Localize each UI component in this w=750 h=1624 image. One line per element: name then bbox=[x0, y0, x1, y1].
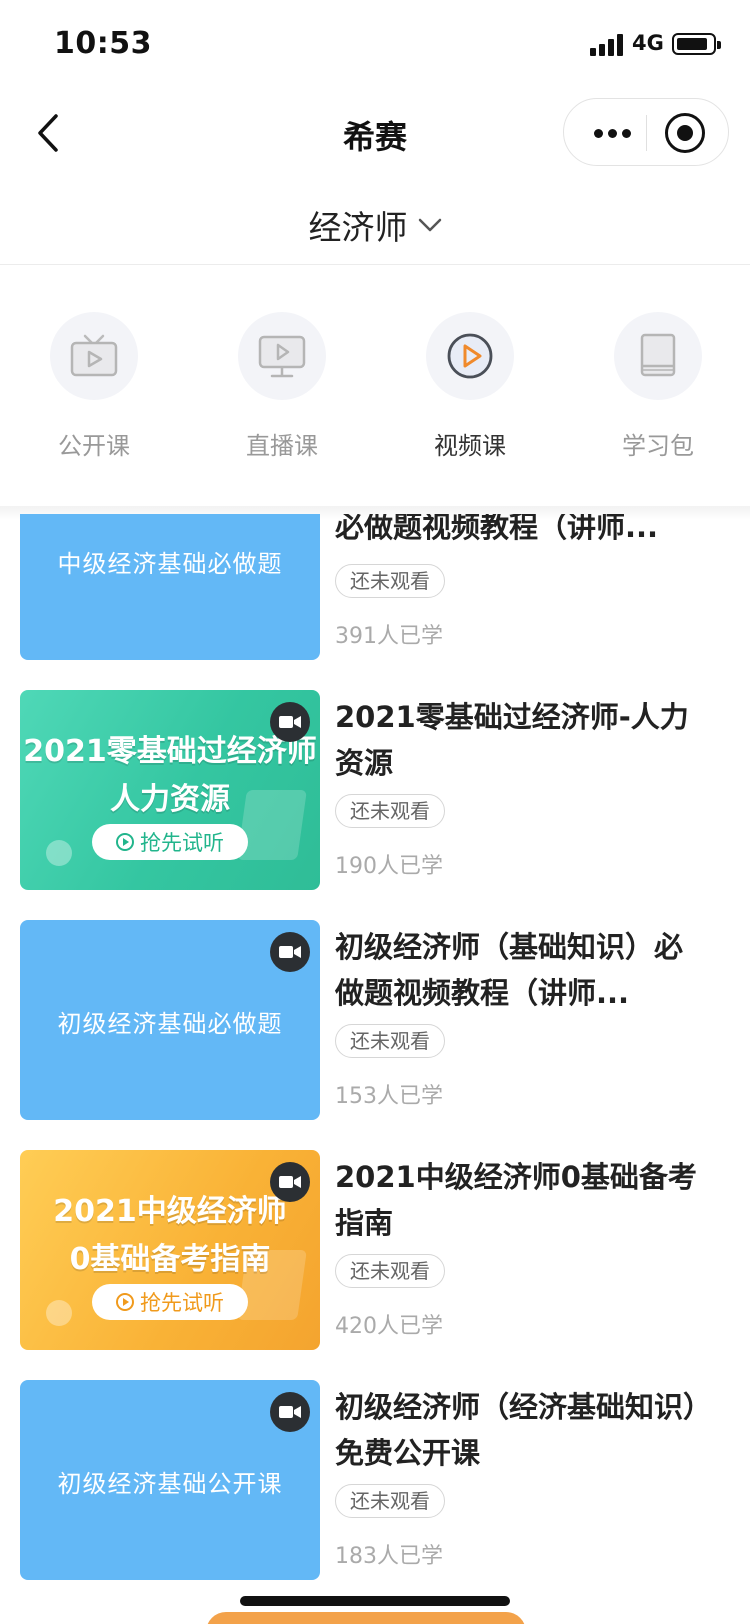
play-circle-icon bbox=[447, 333, 493, 379]
status-bar: 10:53 4G bbox=[0, 0, 750, 90]
tab-video-class[interactable]: 视频课 bbox=[376, 300, 564, 470]
video-camera-icon bbox=[270, 1392, 310, 1432]
home-indicator bbox=[240, 1596, 510, 1606]
watch-status-badge: 还未观看 bbox=[335, 1484, 445, 1518]
tv-icon bbox=[70, 334, 118, 377]
tab-label: 视频课 bbox=[434, 432, 506, 460]
learner-count: 183人已学 bbox=[335, 1544, 443, 1569]
thumbnail-text: 中级经济基础必做题 bbox=[57, 550, 283, 578]
signal-icon bbox=[590, 34, 626, 56]
tab-open-class[interactable]: 公开课 bbox=[0, 300, 188, 470]
close-mini-program-button[interactable] bbox=[665, 113, 705, 153]
course-title: 2021中级经济师0基础备考指南 bbox=[335, 1160, 697, 1240]
tab-label: 公开课 bbox=[58, 432, 130, 460]
floating-action-peek[interactable] bbox=[206, 1612, 526, 1624]
watch-status-badge: 还未观看 bbox=[335, 794, 445, 828]
battery-icon bbox=[672, 33, 721, 55]
learner-count: 391人已学 bbox=[335, 624, 443, 649]
divider bbox=[0, 264, 750, 265]
list-item[interactable]: 初级经济基础公开课 初级经济师（经济基础知识）免费公开课 还未观看 183人已学 bbox=[0, 1380, 750, 1580]
category-selector[interactable]: 经济师 bbox=[0, 190, 750, 260]
learner-count: 420人已学 bbox=[335, 1314, 443, 1339]
preview-button: 抢先试听 bbox=[92, 824, 248, 860]
tab-live-class[interactable]: 直播课 bbox=[188, 300, 376, 470]
thumbnail-subheadline: 人力资源 bbox=[110, 782, 230, 817]
list-item[interactable]: 2021中级经济师 0基础备考指南 抢先试听 2021中级经济师0基础备考指南 … bbox=[0, 1150, 750, 1350]
course-type-tabs: 公开课 直播课 视频课 学习包 bbox=[0, 300, 750, 500]
decorative-circle bbox=[46, 1300, 72, 1326]
nav-bar: 希赛 bbox=[0, 90, 750, 176]
monitor-play-icon bbox=[258, 335, 306, 378]
watch-status-badge: 还未观看 bbox=[335, 1254, 445, 1288]
list-item[interactable]: 初级经济基础必做题 初级经济师（基础知识）必做题视频教程（讲师... 还未观看 … bbox=[0, 920, 750, 1120]
list-item[interactable]: 2021零基础过经济师 人力资源 抢先试听 2021零基础过经济师-人力资源 还… bbox=[0, 690, 750, 890]
preview-button: 抢先试听 bbox=[92, 1284, 248, 1320]
category-label: 经济师 bbox=[308, 208, 408, 247]
learner-count: 190人已学 bbox=[335, 854, 443, 879]
thumbnail-text: 初级经济基础公开课 bbox=[57, 1470, 283, 1498]
thumbnail-text: 初级经济基础必做题 bbox=[57, 1010, 283, 1038]
course-title: 初级经济师（经济基础知识）免费公开课 bbox=[335, 1390, 698, 1470]
decorative-circle bbox=[46, 840, 72, 866]
course-title: 2021零基础过经济师-人力资源 bbox=[335, 700, 689, 780]
mini-program-capsule bbox=[563, 98, 729, 166]
network-label: 4G bbox=[632, 31, 664, 55]
course-title: 初级经济师（基础知识）必做题视频教程（讲师... bbox=[335, 930, 684, 1010]
tab-label: 学习包 bbox=[622, 432, 694, 460]
thumbnail-subheadline: 0基础备考指南 bbox=[69, 1242, 271, 1277]
more-button[interactable] bbox=[588, 117, 636, 149]
video-camera-icon bbox=[270, 932, 310, 972]
play-icon bbox=[116, 833, 134, 851]
tab-study-pack[interactable]: 学习包 bbox=[564, 300, 750, 470]
chevron-down-icon bbox=[418, 218, 441, 232]
status-time: 10:53 bbox=[54, 26, 152, 61]
watch-status-badge: 还未观看 bbox=[335, 1024, 445, 1058]
capsule-divider bbox=[646, 115, 647, 151]
learner-count: 153人已学 bbox=[335, 1084, 443, 1109]
video-camera-icon bbox=[270, 1162, 310, 1202]
video-camera-icon bbox=[270, 702, 310, 742]
play-icon bbox=[116, 1293, 134, 1311]
watch-status-badge: 还未观看 bbox=[335, 564, 445, 598]
book-icon bbox=[640, 333, 676, 377]
tab-label: 直播课 bbox=[246, 432, 318, 460]
